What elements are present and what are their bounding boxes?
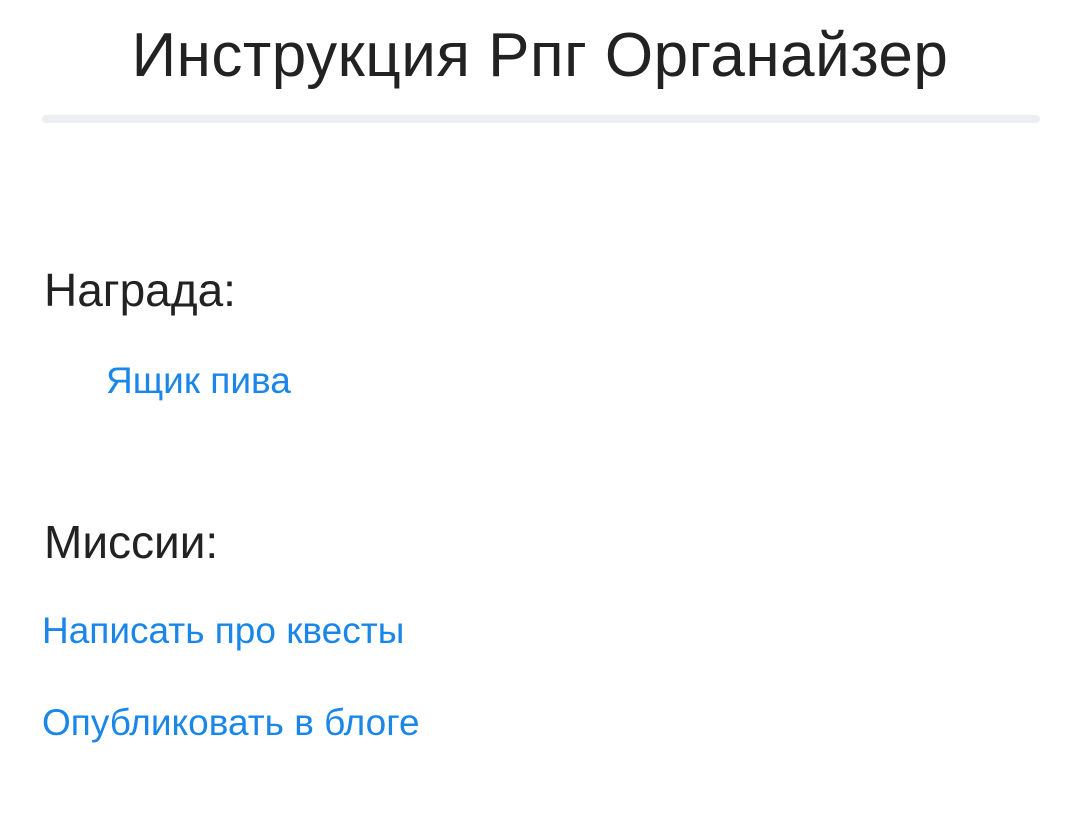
- mission-link-publish-blog[interactable]: Опубликовать в блоге: [42, 700, 420, 746]
- title-divider: [42, 115, 1040, 123]
- mission-link-write-quests[interactable]: Написать про квесты: [42, 608, 404, 654]
- reward-heading: Награда:: [44, 264, 236, 316]
- reward-item-link[interactable]: Ящик пива: [106, 358, 291, 404]
- page-title: Инструкция Рпг Органайзер: [131, 21, 949, 90]
- missions-heading: Миссии:: [44, 516, 219, 568]
